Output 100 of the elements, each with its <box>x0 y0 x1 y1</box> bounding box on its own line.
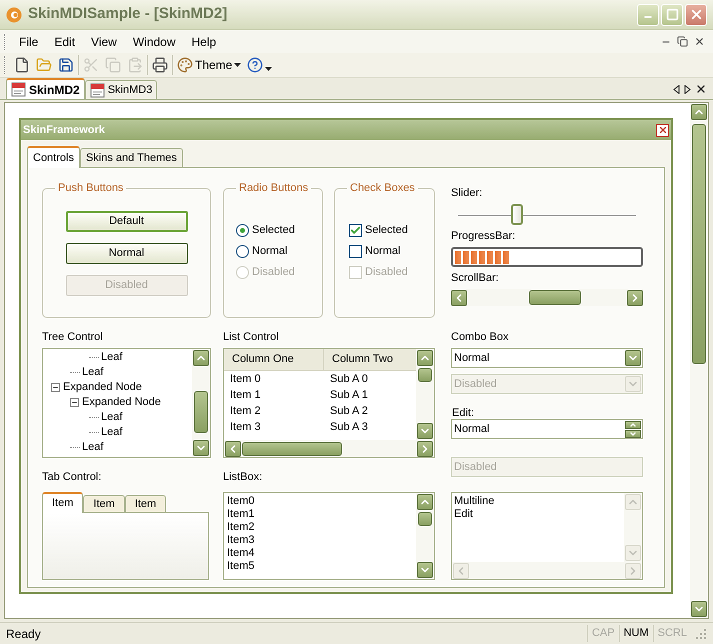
scroll-right-icon[interactable] <box>684 84 691 94</box>
scroll-arrow-button[interactable] <box>417 494 433 510</box>
combo-box[interactable]: Normal <box>451 348 643 368</box>
horizontal-scrollbar[interactable] <box>224 440 434 457</box>
checkbox-label: Selected <box>365 223 408 238</box>
dialog-close-button[interactable] <box>656 124 669 136</box>
slider-track[interactable] <box>458 204 636 226</box>
field-label: ProgressBar: <box>451 229 516 244</box>
toolbar-button[interactable]: Theme <box>176 55 242 75</box>
dialog-tab[interactable]: Controls <box>27 146 80 168</box>
radio-label: Selected <box>252 223 295 238</box>
scrollbar-thumb[interactable] <box>242 442 342 456</box>
close-icon <box>658 125 668 135</box>
scrollbar-thumb[interactable] <box>418 512 432 526</box>
spin-button[interactable] <box>625 420 641 438</box>
tab[interactable]: Item <box>83 495 125 512</box>
field-label: Tree Control <box>42 330 104 345</box>
toolbar-button[interactable] <box>246 55 274 75</box>
scroll-arrow-button[interactable] <box>627 290 643 306</box>
tree-connector <box>89 417 99 418</box>
vertical-scrollbar[interactable] <box>192 349 210 457</box>
restore-icon[interactable] <box>677 36 688 47</box>
menu-item[interactable]: Help <box>184 32 224 50</box>
checkbox[interactable] <box>349 245 362 258</box>
tree-item[interactable]: Expanded Node <box>82 394 161 411</box>
field-label: Tab Control: <box>42 470 102 485</box>
scroll-arrow-button[interactable] <box>451 290 467 306</box>
list-item[interactable]: Item5 <box>227 560 416 573</box>
scrollbar-thumb[interactable] <box>529 290 581 305</box>
tab[interactable]: Item <box>124 495 166 512</box>
status-indicator: SCRL <box>652 625 691 642</box>
dialog-tab[interactable]: Skins and Themes <box>80 148 183 167</box>
list-item[interactable]: Item0 <box>227 495 416 508</box>
document-tab[interactable]: SkinMD3 <box>84 80 158 99</box>
tree-item[interactable]: Leaf <box>101 424 122 441</box>
close-icon[interactable] <box>694 36 705 47</box>
slider-thumb[interactable] <box>510 204 523 225</box>
list-item[interactable]: Item3 <box>227 534 416 547</box>
minus-icon <box>52 384 59 391</box>
scroll-bar[interactable] <box>451 289 643 306</box>
field-label: Edit: <box>451 407 476 419</box>
tree-item[interactable]: Leaf <box>82 439 104 456</box>
vertical-scrollbar[interactable] <box>416 493 434 579</box>
scrollbar-thumb[interactable] <box>194 391 208 433</box>
multiline-text-field[interactable]: Multiline Edit <box>451 492 643 580</box>
collapse-toggle[interactable] <box>70 398 79 407</box>
resize-grip-icon[interactable] <box>695 628 707 640</box>
table-cell-text: Sub A 1 <box>329 388 369 403</box>
scroll-arrow-button[interactable] <box>417 423 433 439</box>
radio-button[interactable] <box>236 245 249 258</box>
tree-item[interactable]: Expanded Node <box>63 379 142 396</box>
scroll-arrow-button[interactable] <box>193 440 209 456</box>
tree-connector <box>89 432 99 433</box>
scrollbar-thumb[interactable] <box>692 124 706 364</box>
column-header[interactable]: Column Two <box>324 349 416 370</box>
vertical-scrollbar[interactable] <box>690 103 708 618</box>
text-field[interactable]: Normal <box>451 419 643 439</box>
radio-label: Disabled <box>252 265 295 280</box>
document-icon <box>90 82 105 98</box>
list-item[interactable]: Item1 <box>227 508 416 521</box>
scroll-arrow-button[interactable] <box>417 350 433 366</box>
toolbar-button[interactable] <box>151 55 169 75</box>
scrollbar-thumb[interactable] <box>418 368 432 382</box>
scroll-arrow-button[interactable] <box>417 440 433 456</box>
vertical-scrollbar[interactable] <box>416 349 434 440</box>
close-icon[interactable] <box>695 83 707 95</box>
tree-connector <box>89 357 99 358</box>
push-button[interactable]: Default <box>66 210 188 232</box>
menu-item[interactable]: Edit <box>46 32 84 50</box>
collapse-toggle[interactable] <box>51 383 60 392</box>
checkbox-label: Disabled <box>365 265 408 280</box>
toolbar-button[interactable] <box>13 55 31 75</box>
column-header[interactable]: Column One <box>224 349 324 370</box>
field-label: Combo Box <box>451 330 510 345</box>
menu-item[interactable]: Window <box>124 32 184 50</box>
checkbox[interactable] <box>349 224 362 237</box>
tree-item[interactable]: Leaf <box>101 349 122 366</box>
document-tab[interactable]: SkinMD2 <box>6 78 85 99</box>
chevron-down-icon <box>629 430 637 438</box>
menu-item[interactable]: View <box>83 32 125 50</box>
dropdown-caret-icon <box>234 63 242 67</box>
list-item[interactable]: Item4 <box>227 547 416 560</box>
scroll-arrow-button[interactable] <box>691 104 707 120</box>
list-item[interactable]: Item2 <box>227 521 416 534</box>
scroll-arrow-button[interactable] <box>225 440 241 456</box>
scroll-arrow-button[interactable] <box>417 562 433 578</box>
tree-item[interactable]: Leaf <box>101 409 122 426</box>
tree-item[interactable]: Leaf <box>82 364 104 381</box>
new-file-icon <box>14 57 30 73</box>
dropdown-button[interactable] <box>625 350 641 366</box>
push-button[interactable]: Normal <box>66 242 188 264</box>
field-label: ScrollBar: <box>451 271 500 286</box>
scroll-arrow-button[interactable] <box>193 350 209 366</box>
status-indicator: CAP <box>586 625 619 642</box>
tab[interactable]: Item <box>42 492 84 513</box>
close-button[interactable] <box>685 4 707 26</box>
scroll-left-icon[interactable] <box>673 84 680 94</box>
radio-button[interactable] <box>236 224 249 237</box>
scroll-arrow-button[interactable] <box>691 601 707 617</box>
menu-item[interactable]: File <box>11 32 46 50</box>
